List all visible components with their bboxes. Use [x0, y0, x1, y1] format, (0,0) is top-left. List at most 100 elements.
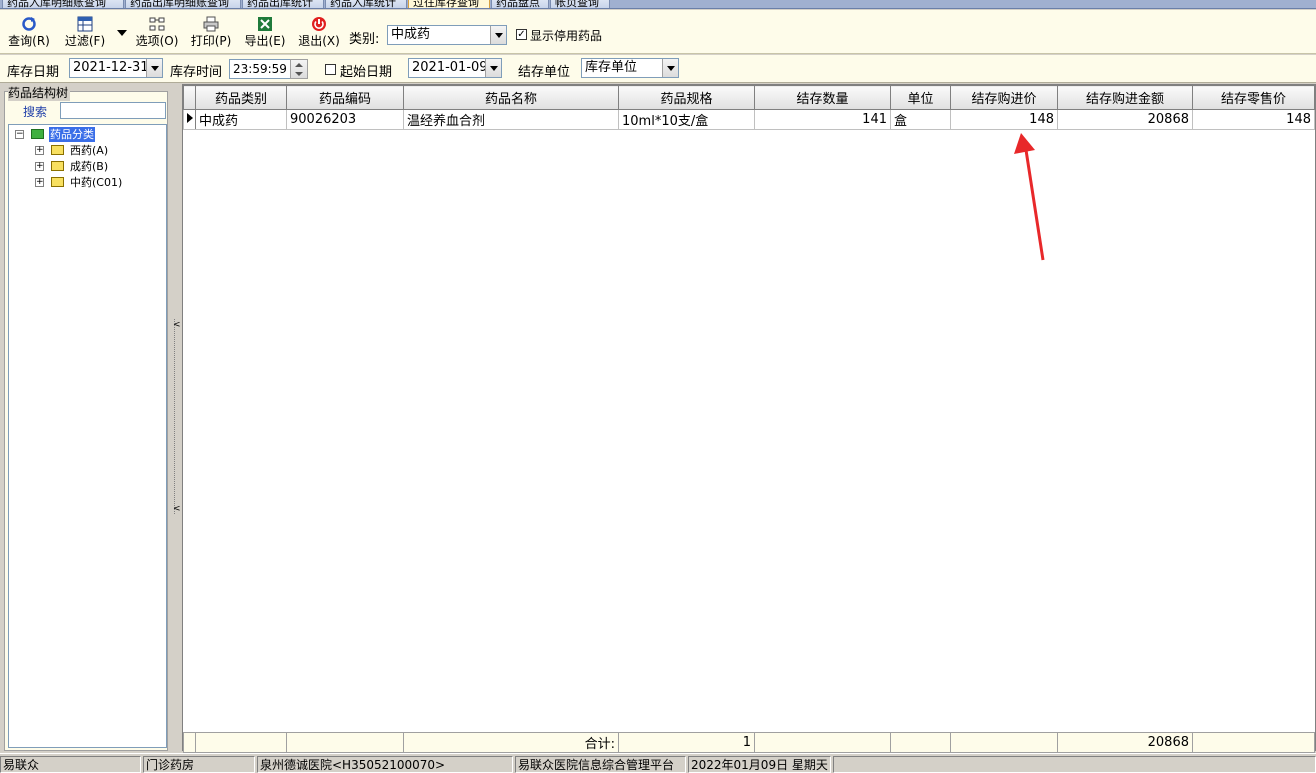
column-header[interactable]: 药品类别	[195, 85, 287, 110]
tree-node-label: 中药(C01)	[70, 176, 123, 189]
column-header[interactable]: 药品名称	[403, 85, 619, 110]
cell-retail-price[interactable]: 148	[1192, 109, 1315, 130]
filter-button[interactable]: 过滤(F)	[62, 16, 108, 52]
stock-time-label: 库存时间	[170, 65, 223, 80]
excel-export-icon	[258, 17, 272, 31]
start-date-picker[interactable]: 2021-01-09	[408, 58, 502, 78]
search-label[interactable]: 搜索	[23, 103, 47, 120]
column-header[interactable]: 结存数量	[754, 85, 891, 110]
power-icon	[312, 17, 326, 31]
calendar-dropdown-icon[interactable]	[146, 59, 162, 77]
drug-tree-group: 搜索 − 药品分类 + 西药(A) + 成药(B) + 中药(C01)	[4, 91, 168, 751]
footer-cell	[286, 732, 404, 753]
column-header[interactable]: 结存购进价	[950, 85, 1058, 110]
folder-open-icon	[31, 129, 44, 139]
tab-inbound-stats[interactable]: 药品入库统计	[325, 0, 407, 8]
footer-cell	[195, 732, 287, 753]
column-header[interactable]: 单位	[890, 85, 951, 110]
filter-grid-icon	[77, 16, 93, 32]
stock-time-field[interactable]: 23:59:59	[229, 59, 291, 79]
start-date-label: 起始日期	[340, 65, 393, 80]
grid-table: 药品类别 药品编码 药品名称 药品规格 结存数量 单位 结存购进价 结存购进金额…	[183, 85, 1315, 130]
start-date-value: 2021-01-09	[412, 60, 488, 75]
cell-unit[interactable]: 盒	[890, 109, 951, 130]
pane-splitter[interactable]: < <	[172, 84, 182, 752]
footer-cell	[890, 732, 951, 753]
chevron-down-icon[interactable]	[662, 59, 678, 77]
time-spinner[interactable]	[290, 59, 308, 79]
tab-past-stock-query[interactable]: 过往库存查询	[408, 0, 490, 8]
tab-inventory-check[interactable]: 药品盘点	[491, 0, 549, 8]
tree-node-label: 西药(A)	[70, 144, 109, 157]
column-header[interactable]: 药品规格	[618, 85, 755, 110]
filter-dropdown-arrow[interactable]	[117, 30, 127, 36]
cell-purchase-amount[interactable]: 20868	[1057, 109, 1193, 130]
collapse-icon[interactable]: −	[15, 130, 24, 139]
drug-tree-title: 药品结构树	[8, 84, 71, 101]
refresh-icon	[22, 17, 36, 31]
query-button[interactable]: 查询(R)	[6, 16, 52, 52]
printer-icon	[203, 16, 219, 32]
tab-outbound-stats[interactable]: 药品出库统计	[242, 0, 324, 8]
unit-label: 结存单位	[518, 65, 571, 80]
drug-tree: − 药品分类 + 西药(A) + 成药(B) + 中药(C01)	[8, 124, 167, 748]
chevron-left-icon[interactable]: <	[173, 504, 181, 514]
folder-icon	[51, 145, 64, 155]
export-label: 导出(E)	[244, 34, 286, 48]
header-indicator	[183, 85, 196, 110]
tab-inbound-detail[interactable]: 药品入库明细账查询	[2, 0, 124, 8]
options-button[interactable]: 选项(O)	[134, 16, 180, 52]
cell-category[interactable]: 中成药	[195, 109, 287, 130]
options-icon	[149, 17, 165, 31]
status-bar: 易联众 门诊药房 泉州德诚医院<H35052100070> 易联众医院信息综合管…	[0, 753, 1316, 773]
filter-label: 过滤(F)	[64, 34, 106, 48]
splitter-grip[interactable]	[174, 319, 181, 514]
footer-cell	[950, 732, 1058, 753]
status-empty	[833, 756, 1316, 773]
tab-outbound-detail[interactable]: 药品出库明细账查询	[125, 0, 241, 8]
cell-spec[interactable]: 10ml*10支/盒	[618, 109, 755, 130]
grid-header-row: 药品类别 药品编码 药品名称 药品规格 结存数量 单位 结存购进价 结存购进金额…	[183, 85, 1315, 110]
search-input[interactable]	[60, 102, 166, 119]
tree-node-label: 成药(B)	[70, 160, 109, 173]
tree-node-chinese[interactable]: + 中药(C01)	[33, 175, 153, 190]
unit-value: 库存单位	[585, 60, 638, 75]
footer-cell	[754, 732, 891, 753]
show-disabled-label: 显示停用药品	[530, 29, 603, 43]
exit-button[interactable]: 退出(X)	[296, 16, 342, 52]
export-button[interactable]: 导出(E)	[242, 16, 288, 52]
tree-node-patent[interactable]: + 成药(B)	[33, 159, 153, 174]
category-label: 类别:	[349, 32, 380, 47]
expand-icon[interactable]: +	[35, 146, 44, 155]
stock-date-picker[interactable]: 2021-12-31	[69, 58, 163, 78]
tab-ledger-query[interactable]: 帐页查询	[550, 0, 610, 8]
status-platform: 易联众医院信息综合管理平台	[515, 756, 686, 773]
stock-grid: 药品类别 药品编码 药品名称 药品规格 结存数量 单位 结存购进价 结存购进金额…	[182, 84, 1316, 753]
calendar-dropdown-icon[interactable]	[485, 59, 501, 77]
toolbar: 查询(R) 过滤(F) 选项(O) 打印(P) 导出(E) 退出(X) 类别: …	[0, 10, 1316, 54]
cell-purchase-price[interactable]: 148	[950, 109, 1058, 130]
folder-icon	[51, 161, 64, 171]
table-row[interactable]: 中成药 90026203 温经养血合剂 10ml*10支/盒 141 盒 148…	[183, 109, 1315, 130]
column-header[interactable]: 药品编码	[286, 85, 404, 110]
tree-root-label: 药品分类	[49, 127, 95, 142]
cell-name[interactable]: 温经养血合剂	[403, 109, 619, 130]
cell-code[interactable]: 90026203	[286, 109, 404, 130]
stock-date-label: 库存日期	[7, 65, 60, 80]
show-disabled-checkbox[interactable]: ✓	[516, 29, 527, 40]
category-select[interactable]: 中成药	[387, 25, 507, 45]
expand-icon[interactable]: +	[35, 162, 44, 171]
column-header[interactable]: 结存零售价	[1192, 85, 1315, 110]
footer-row: 合计: 1 20868	[183, 732, 1315, 753]
print-button[interactable]: 打印(P)	[188, 16, 234, 52]
column-header[interactable]: 结存购进金额	[1057, 85, 1193, 110]
tree-node-western[interactable]: + 西药(A)	[33, 143, 153, 158]
cell-qty[interactable]: 141	[754, 109, 891, 130]
expand-icon[interactable]: +	[35, 178, 44, 187]
unit-select[interactable]: 库存单位	[581, 58, 679, 78]
tree-root[interactable]: − 药品分类	[13, 127, 153, 142]
chevron-down-icon[interactable]	[490, 26, 506, 44]
options-label: 选项(O)	[135, 34, 179, 48]
start-date-checkbox[interactable]	[325, 64, 336, 75]
filter-bar: 库存日期 2021-12-31 库存时间 23:59:59 起始日期 2021-…	[0, 55, 1316, 83]
